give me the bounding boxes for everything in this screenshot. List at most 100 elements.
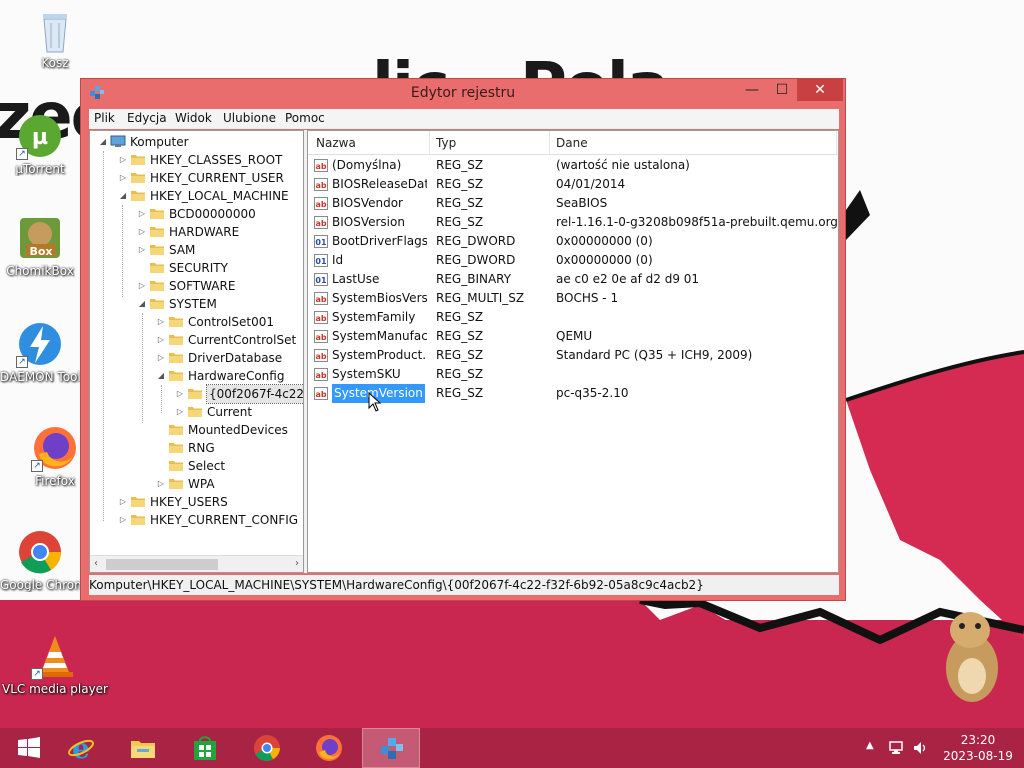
taskbar-windows-store[interactable] <box>176 728 234 768</box>
expand-arrow-icon[interactable]: ▷ <box>118 169 128 187</box>
expand-arrow-icon[interactable]: ▷ <box>156 349 166 367</box>
taskbar-google-chrome[interactable] <box>238 728 296 768</box>
value-row[interactable]: ab SystemProduct... REG_SZ Standard PC (Q35… <box>308 346 838 365</box>
minimize-button[interactable]: — <box>737 79 767 101</box>
tree-node-label: DriverDatabase <box>188 351 283 365</box>
tree-horizontal-scrollbar[interactable]: ‹ › <box>90 555 303 572</box>
taskbar-registry-editor[interactable] <box>362 728 420 768</box>
value-row[interactable]: ab (Domyślna) REG_SZ (wartość nie ustalona) <box>308 156 838 175</box>
registry-values-list[interactable]: Nazwa Typ Dane ab (Domyślna) REG_SZ (wartoś… <box>307 130 839 573</box>
value-row[interactable]: ab SystemSKU REG_SZ <box>308 365 838 384</box>
expand-arrow-icon[interactable]: ▷ <box>137 205 147 223</box>
menu-widok[interactable]: Widok <box>175 111 212 125</box>
expand-arrow-icon[interactable]: ▷ <box>156 313 166 331</box>
desktop-icon-daemon-tools[interactable]: ↗ DAEMON Tools <box>0 320 80 384</box>
value-row[interactable]: ab BIOSVendor REG_SZ SeaBIOS <box>308 194 838 213</box>
column-separator[interactable] <box>429 131 430 155</box>
column-header-type[interactable]: Typ <box>436 136 456 150</box>
column-header-name[interactable]: Nazwa <box>316 136 356 150</box>
desktop-icon-chomikbox[interactable]: Box ChomikBox <box>0 214 80 278</box>
taskbar-firefox[interactable] <box>300 728 358 768</box>
value-row[interactable]: 01 LastUse REG_BINARY ae c0 e2 0e af d2 d9 … <box>308 270 838 289</box>
expand-arrow-icon[interactable]: ▷ <box>118 493 128 511</box>
close-button[interactable]: ✕ <box>797 79 843 101</box>
value-row[interactable]: ab BIOSVersion REG_SZ rel-1.16.1-0-g3208b09… <box>308 213 838 232</box>
value-data: 0x00000000 (0) <box>556 234 653 248</box>
taskbar-internet-explorer[interactable]: e <box>52 728 110 768</box>
mouse-cursor-icon <box>368 392 382 412</box>
value-row[interactable]: ab BIOSReleaseDate REG_SZ 04/01/2014 <box>308 175 838 194</box>
value-row[interactable]: ab SystemBiosVersi... REG_MULTI_SZ BOCHS - … <box>308 289 838 308</box>
expand-arrow-icon[interactable]: ▷ <box>137 223 147 241</box>
computer-icon <box>110 135 126 147</box>
folder-icon <box>150 227 164 237</box>
value-type: REG_SZ <box>436 348 484 362</box>
value-type: REG_SZ <box>436 367 484 381</box>
value-row[interactable]: 01 BootDriverFlags REG_DWORD 0x00000000 (0) <box>308 232 838 251</box>
expand-arrow-icon[interactable]: ▷ <box>175 403 185 421</box>
collapse-arrow-icon[interactable]: ◢ <box>118 187 128 205</box>
desktop-icon-vlc[interactable]: ↗ VLC media player <box>0 632 110 696</box>
binary-value-icon: 01 <box>314 235 328 248</box>
registry-editor-window[interactable]: Edytor rejestru — ☐ ✕ Plik Edycja Widok … <box>80 78 846 601</box>
value-row[interactable]: ab SystemVersion REG_SZ pc-q35-2.10 <box>308 383 838 404</box>
expand-arrow-icon[interactable]: ▷ <box>118 151 128 169</box>
taskbar-file-explorer[interactable] <box>114 728 172 768</box>
tray-show-hidden-icons[interactable]: ▲ <box>866 740 874 751</box>
folder-icon <box>150 245 164 255</box>
collapse-arrow-icon[interactable]: ◢ <box>156 367 166 385</box>
value-type: REG_MULTI_SZ <box>436 291 525 305</box>
value-data: Standard PC (Q35 + ICH9, 2009) <box>556 348 753 362</box>
network-icon[interactable] <box>888 740 904 756</box>
string-value-icon: ab <box>314 216 328 229</box>
expand-arrow-icon[interactable]: ▷ <box>156 331 166 349</box>
clock-date[interactable]: 2023-08-19 <box>940 749 1016 763</box>
expand-arrow-icon[interactable]: ▷ <box>137 241 147 259</box>
expand-arrow-icon[interactable]: ▷ <box>175 385 185 403</box>
volume-icon[interactable] <box>912 740 928 756</box>
status-bar: Komputer\HKEY_LOCAL_MACHINE\SYSTEM\Hardw… <box>89 575 839 595</box>
value-data: ae c0 e2 0e af d2 d9 01 <box>556 272 700 286</box>
shortcut-arrow-icon: ↗ <box>16 356 28 368</box>
registry-tree[interactable]: ◢ Komputer ▷ HKEY_CLASSES_ROOT ▷ HKEY_CURRENT… <box>89 130 304 573</box>
column-separator[interactable] <box>549 131 550 155</box>
collapse-arrow-icon[interactable]: ◢ <box>98 133 108 151</box>
expand-arrow-icon[interactable]: ▷ <box>156 475 166 493</box>
scroll-left-icon[interactable]: ‹ <box>94 558 98 569</box>
start-button[interactable] <box>0 728 58 768</box>
value-data: (wartość nie ustalona) <box>556 158 690 172</box>
collapse-arrow-icon[interactable]: ◢ <box>137 295 147 313</box>
value-row[interactable]: 01 Id REG_DWORD 0x00000000 (0) <box>308 251 838 270</box>
desktop-icon-utorrent[interactable]: µ ↗ µTorrent <box>0 112 80 176</box>
folder-icon <box>169 317 183 327</box>
expand-arrow-icon[interactable]: ▷ <box>137 277 147 295</box>
value-data: pc-q35-2.10 <box>556 386 629 400</box>
menu-plik[interactable]: Plik <box>94 111 115 125</box>
menu-pomoc[interactable]: Pomoc <box>285 111 325 125</box>
column-separator[interactable] <box>836 131 837 155</box>
tree-node-label: HKEY_CURRENT_USER <box>150 171 284 185</box>
value-row[interactable]: ab SystemFamily REG_SZ <box>308 308 838 327</box>
folder-icon <box>188 389 202 399</box>
value-type: REG_BINARY <box>436 272 512 286</box>
desktop-icon-recycle-bin[interactable]: Kosz <box>0 6 110 70</box>
firefox-icon <box>316 735 342 761</box>
clock-time[interactable]: 23:20 <box>940 733 1016 747</box>
svg-text:Box: Box <box>29 245 52 258</box>
scroll-right-icon[interactable]: › <box>295 558 299 569</box>
maximize-button[interactable]: ☐ <box>767 79 797 101</box>
window-titlebar[interactable]: Edytor rejestru — ☐ ✕ <box>81 79 845 109</box>
column-header-data[interactable]: Dane <box>556 136 588 150</box>
tree-node-label: SOFTWARE <box>169 279 236 293</box>
scrollbar-thumb[interactable] <box>106 559 218 570</box>
shortcut-arrow-icon: ↗ <box>31 460 43 472</box>
tree-node-label: SYSTEM <box>169 297 217 311</box>
desktop-icon-label: Kosz <box>41 56 69 70</box>
value-row[interactable]: ab SystemManufac... REG_SZ QEMU <box>308 327 838 346</box>
menu-ulubione[interactable]: Ulubione <box>223 111 276 125</box>
folder-icon <box>169 479 183 489</box>
menu-edycja[interactable]: Edycja <box>127 111 167 125</box>
value-type: REG_SZ <box>436 310 484 324</box>
desktop-icon-google-chrome[interactable]: Google Chrome <box>0 528 80 592</box>
expand-arrow-icon[interactable]: ▷ <box>118 511 128 529</box>
